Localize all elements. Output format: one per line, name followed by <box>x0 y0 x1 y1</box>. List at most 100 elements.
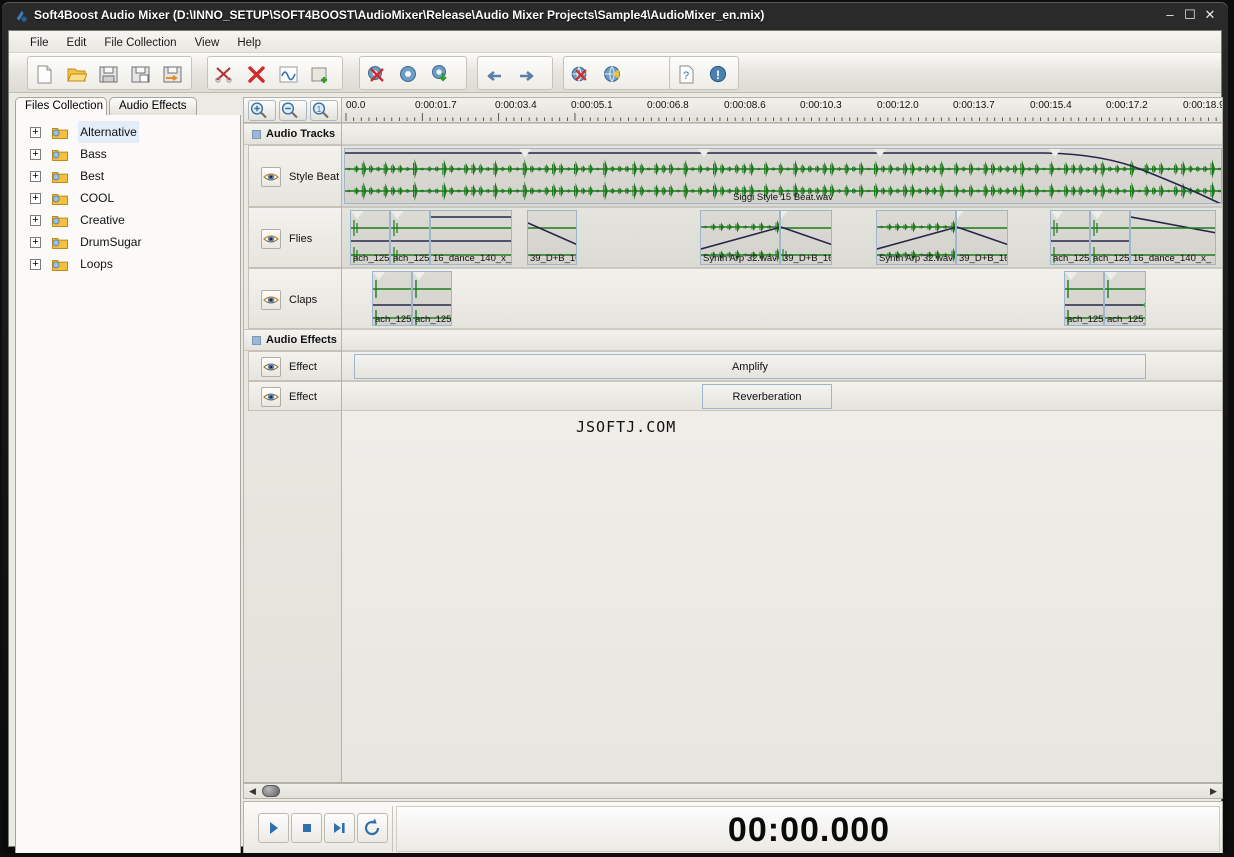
lane-claps[interactable]: ach_125_x ach_125_x <box>342 268 1222 329</box>
remove-effect-button[interactable] <box>362 60 390 88</box>
clip-fade-handle[interactable] <box>351 211 364 219</box>
tab-files-collection[interactable]: Files Collection <box>15 97 107 115</box>
clip-fade-handle[interactable] <box>1091 211 1104 219</box>
expander-icon[interactable]: + <box>30 148 41 160</box>
zoom-in-button[interactable] <box>248 100 276 121</box>
expander-icon[interactable]: + <box>30 236 41 248</box>
tree-item-cool[interactable]: + COOL <box>16 187 240 209</box>
group-header-audio-tracks[interactable]: Audio Tracks <box>244 123 342 145</box>
clip-flies-11[interactable]: 16_dance_140_x_ <box>1130 210 1216 265</box>
expander-icon[interactable]: + <box>30 192 41 204</box>
clip-claps-2[interactable]: ach_125_x <box>412 271 452 326</box>
edit-envelope-button[interactable] <box>274 60 302 88</box>
expander-icon[interactable]: + <box>30 258 41 270</box>
files-collection-tree[interactable]: + Alternative + Bass + Best + COOL + Cre… <box>15 115 241 853</box>
timeline-lanes[interactable]: Siggi Style 15 Beat.wav ach_125_x <box>341 123 1223 783</box>
effect-header-2[interactable]: Effect <box>248 381 342 411</box>
tree-item-bass[interactable]: + Bass <box>16 143 240 165</box>
clip-flies-2[interactable]: ach_125_x <box>390 210 430 265</box>
scroll-left-arrow[interactable]: ◀ <box>246 785 259 797</box>
next-button[interactable] <box>324 813 355 843</box>
group-header-audio-effects[interactable]: Audio Effects <box>244 329 342 351</box>
clip-fade-handle[interactable] <box>1105 272 1118 280</box>
time-ruler[interactable]: 00.0 0:00:01.7 0:00:03.4 0:00:05.1 0:00:… <box>341 97 1223 123</box>
tree-item-best[interactable]: + Best <box>16 165 240 187</box>
clip-flies-4[interactable]: 39_D+B_16 <box>527 210 577 265</box>
clip-fade-handle[interactable] <box>781 211 788 219</box>
clip-style-beat[interactable]: Siggi Style 15 Beat.wav <box>344 148 1222 204</box>
export-button[interactable] <box>158 60 186 88</box>
menu-file-collection[interactable]: File Collection <box>95 35 185 51</box>
clip-fade-handle[interactable] <box>373 272 386 280</box>
menu-file[interactable]: File <box>21 35 58 51</box>
save-as-button[interactable] <box>126 60 154 88</box>
clip-fade-handle[interactable] <box>697 149 711 157</box>
track-visibility-toggle[interactable] <box>261 290 281 310</box>
clip-fade-handle[interactable] <box>1065 272 1078 280</box>
clip-claps-1[interactable]: ach_125_x <box>372 271 412 326</box>
clip-flies-9[interactable]: ach_125_x <box>1050 210 1090 265</box>
clip-flies-8[interactable]: 39_D+B_16 <box>956 210 1008 265</box>
stop-button[interactable] <box>291 813 322 843</box>
expander-icon[interactable]: + <box>30 170 41 182</box>
zoom-actual-button[interactable]: 1 <box>310 100 338 121</box>
clip-flies-3[interactable]: 16_dance_140_x_ <box>430 210 512 265</box>
menu-view[interactable]: View <box>186 35 229 51</box>
disconnect-button[interactable] <box>566 60 594 88</box>
clip-flies-1[interactable]: ach_125_x <box>350 210 390 265</box>
tree-item-alternative[interactable]: + Alternative <box>16 121 240 144</box>
delete-all-tracks-button[interactable] <box>210 60 238 88</box>
effect-visibility-toggle[interactable] <box>261 357 281 377</box>
delete-button[interactable] <box>242 60 270 88</box>
lane-effect-2[interactable]: Reverberation <box>342 381 1222 411</box>
clip-fade-handle[interactable] <box>391 211 404 219</box>
scroll-right-arrow[interactable]: ▶ <box>1207 785 1220 797</box>
zoom-out-button[interactable] <box>279 100 307 121</box>
close-button[interactable]: ✕ <box>1202 7 1218 23</box>
tab-audio-effects[interactable]: Audio Effects <box>109 97 197 115</box>
collapse-box-icon[interactable] <box>252 335 261 345</box>
new-project-button[interactable] <box>30 60 58 88</box>
tree-item-loops[interactable]: + Loops <box>16 253 240 275</box>
title-bar[interactable]: Soft4Boost Audio Mixer (D:\INNO_SETUP\SO… <box>2 2 1228 30</box>
effect-settings-button[interactable] <box>394 60 422 88</box>
effect-clip-amplify[interactable]: Amplify <box>354 354 1146 379</box>
track-header-style-beat[interactable]: Style Beat <box>248 145 342 207</box>
clip-fade-handle[interactable] <box>1051 211 1064 219</box>
redo-button[interactable] <box>512 60 540 88</box>
clip-claps-4[interactable]: ach_125_x <box>1104 271 1146 326</box>
clip-claps-3[interactable]: ach_125_x <box>1064 271 1104 326</box>
track-visibility-toggle[interactable] <box>261 229 281 249</box>
effect-clip-reverberation[interactable]: Reverberation <box>702 384 832 409</box>
menu-help[interactable]: Help <box>228 35 270 51</box>
clip-fade-handle[interactable] <box>518 149 532 157</box>
clip-fade-handle[interactable] <box>957 211 964 219</box>
clip-fade-handle[interactable] <box>1048 149 1062 157</box>
apply-effect-button[interactable] <box>426 60 454 88</box>
track-visibility-toggle[interactable] <box>261 167 281 187</box>
add-track-button[interactable] <box>306 60 334 88</box>
collapse-box-icon[interactable] <box>252 129 261 139</box>
lane-effect-1[interactable]: Amplify <box>342 351 1222 381</box>
scrollbar-thumb[interactable] <box>262 785 280 797</box>
play-button[interactable] <box>258 813 289 843</box>
expander-icon[interactable]: + <box>30 214 41 226</box>
expander-icon[interactable]: + <box>30 126 41 138</box>
clip-fade-handle[interactable] <box>413 272 426 280</box>
help-topics-button[interactable]: ? <box>672 60 700 88</box>
horizontal-scrollbar[interactable]: ◀ ▶ <box>243 783 1223 799</box>
clip-flies-7[interactable]: Synth Arp 32.wav <box>876 210 956 265</box>
maximize-button[interactable]: ☐ <box>1182 7 1198 23</box>
about-button[interactable]: ! <box>704 60 732 88</box>
undo-button[interactable] <box>480 60 508 88</box>
web-button[interactable] <box>598 60 626 88</box>
menu-edit[interactable]: Edit <box>58 35 96 51</box>
minimize-button[interactable]: – <box>1162 7 1178 23</box>
track-header-claps[interactable]: Claps <box>248 268 342 329</box>
open-project-button[interactable] <box>62 60 90 88</box>
clip-fade-handle[interactable] <box>873 149 887 157</box>
clip-flies-5[interactable]: Synth Arp 32.wav <box>700 210 780 265</box>
tree-item-creative[interactable]: + Creative <box>16 209 240 231</box>
lane-flies[interactable]: ach_125_x ach_125_x <box>342 207 1222 268</box>
loop-button[interactable] <box>357 813 388 843</box>
